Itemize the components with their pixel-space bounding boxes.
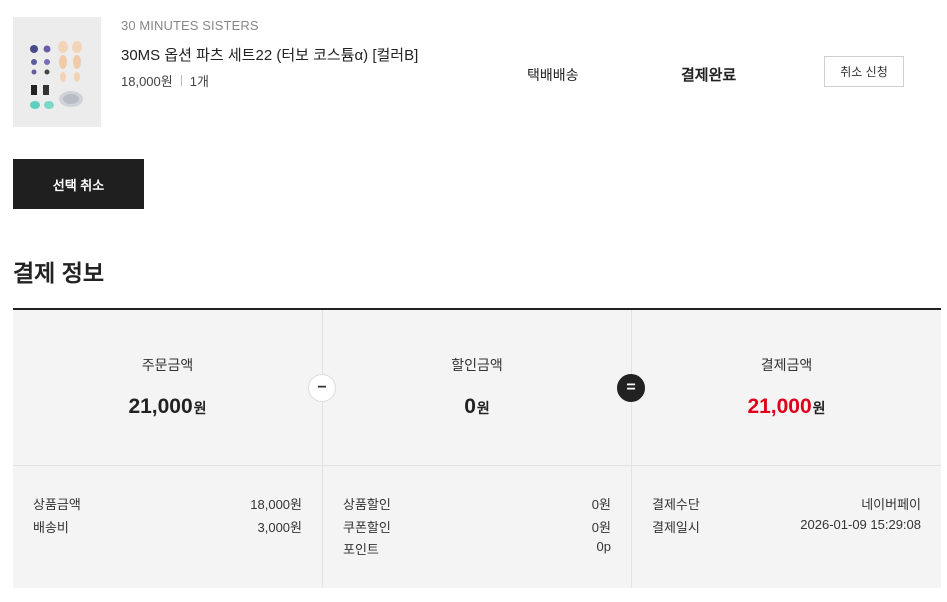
order-detail-list: 상품금액 18,000원 배송비 3,000원 [33,494,302,539]
list-item: 쿠폰할인 0원 [343,519,611,535]
order-amount-label: 주문금액 [141,357,194,373]
paid-amount-label: 결제금액 [760,357,813,373]
discount-amount-label: 할인금액 [451,357,503,373]
paid-amount-column: 결제금액 21,000원 결제수단 네이버페이 결제일시 2026-01-09 … [631,310,941,588]
divider [13,465,941,466]
product-price: 18,000원 [121,74,173,89]
equals-icon: = [617,374,645,402]
list-item: 상품할인 0원 [343,497,611,512]
minus-icon: − [308,374,336,402]
delivery-method: 택배배송 [527,67,579,83]
product-quantity: 1개 [189,74,209,89]
list-item: 결제수단 네이버페이 [652,497,921,512]
order-amount-value: 21,000원 [128,395,207,418]
cancel-request-button[interactable]: 취소 신청 [824,56,904,87]
list-item: 상품금액 18,000원 [33,497,302,512]
order-status: 결제완료 [681,67,737,84]
list-item: 포인트 0p [343,539,611,557]
product-price-line: 18,000원 1개 [121,71,209,90]
paid-amount-value: 21,000원 [747,395,826,418]
product-brand: 30 MINUTES SISTERS [121,18,259,33]
product-thumbnail[interactable] [13,17,101,127]
section-title: 결제 정보 [13,260,105,286]
payment-info-box: 주문금액 21,000원 상품금액 18,000원 배송비 3,000원 할인금… [13,308,941,588]
pay-detail-list: 결제수단 네이버페이 결제일시 2026-01-09 15:29:08 [652,494,921,539]
discount-amount-value: 0원 [464,395,490,418]
discount-amount-column: 할인금액 0원 상품할인 0원 쿠폰할인 0원 포인트 0p [322,310,631,588]
order-item-row: 30 MINUTES SISTERS 30MS 옵션 파츠 세트22 (터보 코… [13,17,933,127]
order-amount-column: 주문금액 21,000원 상품금액 18,000원 배송비 3,000원 [13,310,322,588]
list-item: 결제일시 2026-01-09 15:29:08 [652,516,921,535]
list-item: 배송비 3,000원 [33,519,302,535]
select-cancel-button[interactable]: 선택 취소 [13,159,144,209]
product-name[interactable]: 30MS 옵션 파츠 세트22 (터보 코스튬α) [컬러B] [121,44,418,65]
discount-detail-list: 상품할인 0원 쿠폰할인 0원 포인트 0p [343,494,611,562]
separator [180,75,182,86]
